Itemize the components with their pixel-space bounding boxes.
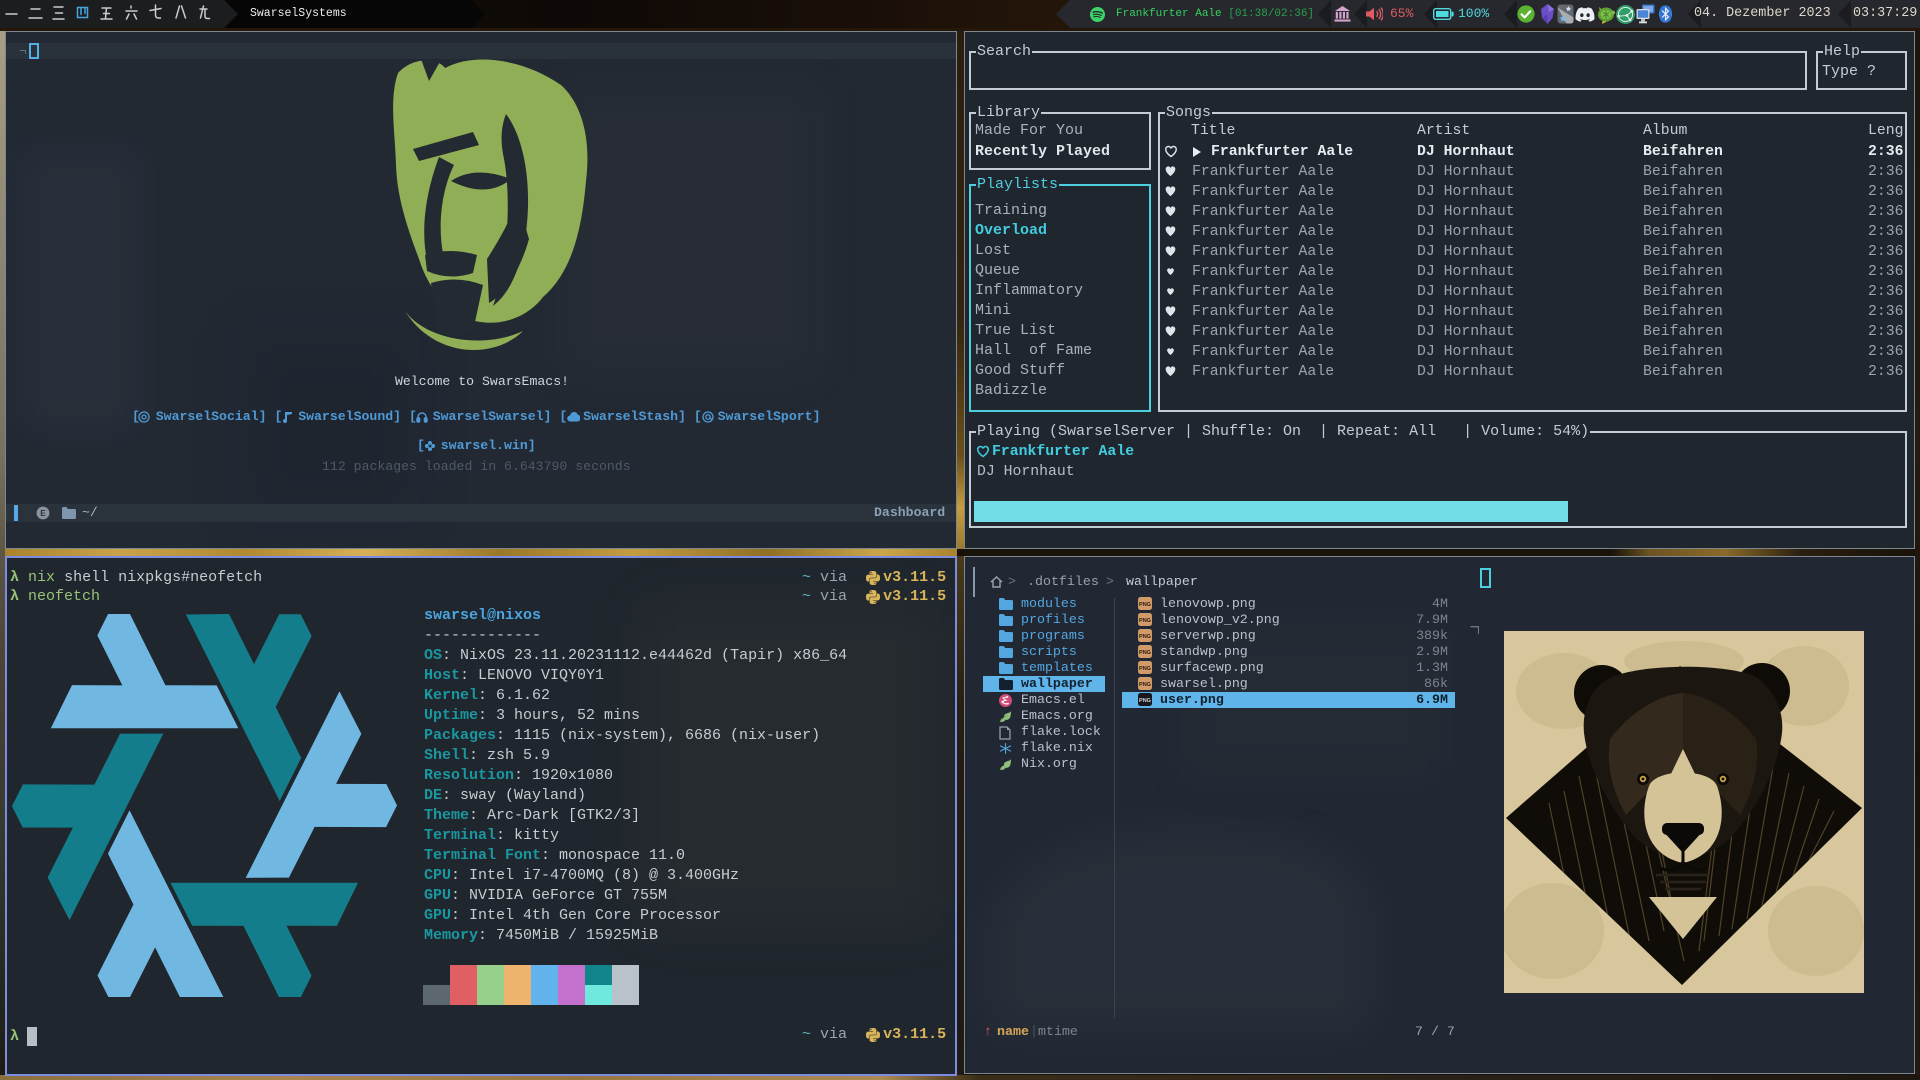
- svg-text:PNG: PNG: [1139, 698, 1151, 704]
- svg-text:PNG: PNG: [1139, 650, 1151, 656]
- svg-text:PNG: PNG: [1139, 666, 1151, 672]
- svg-text:E: E: [40, 509, 46, 518]
- svg-text:PNG: PNG: [1139, 634, 1151, 640]
- svg-text:PNG: PNG: [1139, 618, 1151, 624]
- svg-text:PNG: PNG: [1139, 602, 1151, 608]
- svg-text:PNG: PNG: [1139, 682, 1151, 688]
